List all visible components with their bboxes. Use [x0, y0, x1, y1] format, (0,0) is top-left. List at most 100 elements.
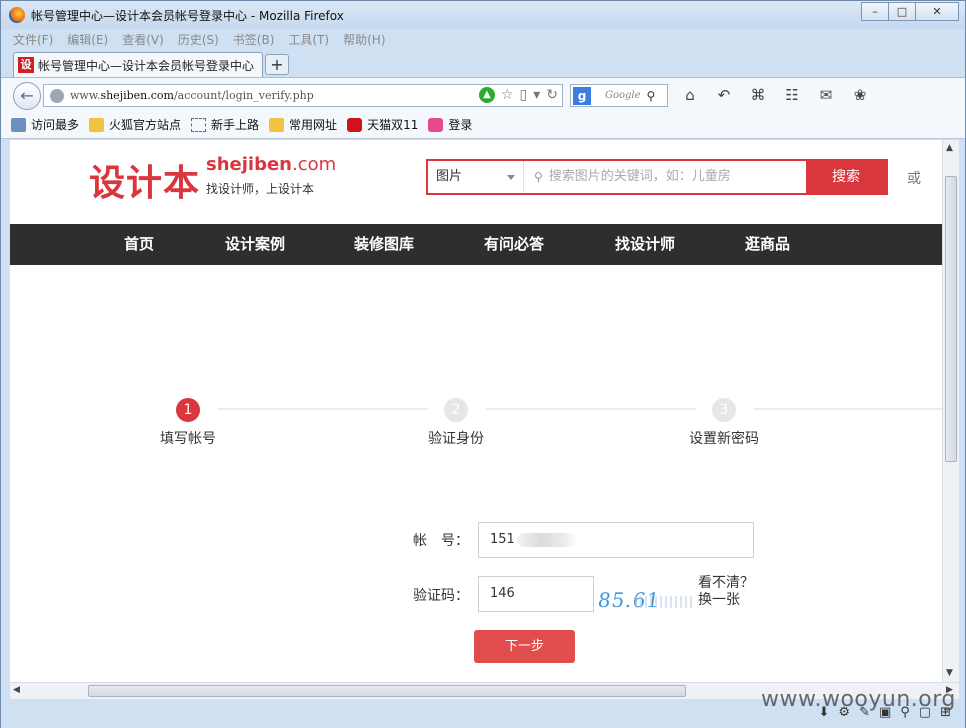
step-1-indicator: 1 [176, 398, 200, 422]
bookmark-common-sites[interactable]: 常用网址 [269, 116, 337, 133]
step-3-indicator: 3 [712, 398, 736, 422]
bookmarks-bar: 访问最多 火狐官方站点 新手上路 常用网址 天猫双11 登录 [1, 111, 965, 139]
step-1-label: 填写帐号 [160, 431, 216, 447]
title-bar: 帐号管理中心—设计本会员帐号登录中心 - Mozilla Firefox – □… [1, 1, 965, 29]
window-controls: – □ ✕ [861, 2, 959, 21]
browser-window: 帐号管理中心—设计本会员帐号登录中心 - Mozilla Firefox – □… [0, 0, 966, 728]
menu-tools[interactable]: 工具(T) [288, 29, 329, 51]
bug-icon[interactable]: ❀ [851, 86, 869, 104]
logo-en-suffix: .com [291, 154, 337, 175]
menu-bar: 文件(F) 编辑(E) 查看(V) 历史(S) 书签(B) 工具(T) 帮助(H… [1, 29, 965, 51]
account-input[interactable]: 151 [478, 522, 754, 558]
search-icon[interactable]: ⚲ [647, 89, 656, 103]
horizontal-scroll-thumb[interactable] [88, 685, 686, 697]
site-search-input[interactable]: ⚲ 搜索图片的关键词，如：儿童房 [524, 161, 806, 193]
scroll-up-icon[interactable]: ▲ [946, 143, 953, 153]
captcha-input[interactable]: 146 [478, 576, 594, 612]
home-icon[interactable]: ⌂ [681, 86, 699, 104]
nav-item-cases[interactable]: 设计案例 [225, 224, 285, 265]
chat-icon[interactable]: ✉ [817, 86, 835, 104]
close-button[interactable]: ✕ [915, 2, 959, 21]
bookmark-label: 天猫双11 [367, 118, 419, 132]
bookmark-label: 访问最多 [31, 118, 80, 132]
site-search-button[interactable]: 搜索 [806, 161, 886, 193]
undo-icon[interactable]: ↶ [715, 86, 733, 104]
back-button[interactable]: ← [13, 82, 41, 110]
step-connector [486, 408, 696, 410]
site-header: 设计本 shejiben.com 找设计师，上设计本 图片 ⚲ 搜索图片的关键词，… [10, 140, 942, 224]
progress-steps: 1 2 3 填写帐号 验证身份 设置新密码 [10, 398, 942, 458]
reload-icon[interactable]: ↻ [546, 87, 558, 103]
bookmark-label: 登录 [448, 118, 473, 132]
dropdown-icon[interactable]: ▾ [533, 87, 540, 103]
bookmark-login[interactable]: 登录 [428, 116, 472, 133]
globe-icon [50, 88, 64, 103]
tab-active[interactable]: 设 帐号管理中心—设计本会员帐号登录中心 [13, 52, 263, 77]
url-bar[interactable]: www.shejiben.com/account/login_verify.ph… [43, 84, 563, 107]
vertical-scrollbar[interactable]: ▲ ▼ [942, 140, 959, 682]
page-viewport: 设计本 shejiben.com 找设计师，上设计本 图片 ⚲ 搜索图片的关键词，… [10, 140, 942, 682]
menu-edit[interactable]: 编辑(E) [67, 29, 108, 51]
firefox-icon [9, 7, 25, 23]
menu-history[interactable]: 历史(S) [178, 29, 219, 51]
captcha-refresh-link[interactable]: 看不清？ 换一张 [698, 575, 754, 609]
go-icon[interactable]: ▲ [478, 87, 495, 103]
scroll-left-icon[interactable]: ◀ [13, 685, 20, 695]
search-engine-name: Google [605, 90, 641, 101]
search-category-select[interactable]: 图片 [428, 161, 524, 193]
refresh-line-1: 看不清？ [698, 575, 754, 591]
nav-item-home[interactable]: 首页 [124, 224, 154, 265]
browser-search-box[interactable]: g Google ⚲ [570, 84, 668, 107]
main-nav: 首页 设计案例 装修图库 有问必答 找设计师 逛商品 [10, 224, 942, 265]
nav-item-qa[interactable]: 有问必答 [484, 224, 544, 265]
bookmark-most-visited[interactable]: 访问最多 [11, 116, 79, 133]
step-2-indicator: 2 [444, 398, 468, 422]
nav-item-products[interactable]: 逛商品 [745, 224, 790, 265]
verify-form: 帐 号： 151 验证码： 146 85.61 看不清？ 换一张 下一步 [10, 520, 942, 682]
tmall-icon [347, 117, 363, 132]
refresh-line-2: 换一张 [698, 592, 740, 608]
url-prefix: www. [70, 89, 101, 102]
bookmark-icon [11, 117, 26, 132]
menu-view[interactable]: 查看(V) [122, 29, 164, 51]
step-connector [218, 408, 428, 410]
site-logo[interactable]: 设计本 [89, 154, 200, 206]
bookmark-getting-started[interactable]: 新手上路 [191, 116, 259, 133]
nav-item-gallery[interactable]: 装修图库 [354, 224, 414, 265]
account-value: 151 [490, 532, 515, 547]
next-step-button[interactable]: 下一步 [474, 630, 575, 663]
maximize-button[interactable]: □ [888, 2, 916, 21]
site-favicon: 设 [18, 57, 34, 73]
nav-item-designers[interactable]: 找设计师 [615, 224, 675, 265]
bookmark-tmall[interactable]: 天猫双11 [347, 116, 418, 133]
google-icon[interactable]: g [573, 86, 591, 105]
minimize-button[interactable]: – [861, 2, 889, 21]
vertical-scroll-thumb[interactable] [945, 176, 957, 462]
scroll-down-icon[interactable]: ▼ [946, 668, 953, 678]
account-label: 帐 号： [413, 533, 469, 549]
menu-bookmarks[interactable]: 书签(B) [233, 29, 275, 51]
search-icon: ⚲ [534, 170, 543, 184]
url-path: /account/login_verify.php [173, 89, 314, 102]
navigation-toolbar: ← www.shejiben.com/account/login_verify.… [1, 77, 965, 111]
or-text: 或 [907, 171, 921, 187]
new-tab-button[interactable]: + [265, 54, 289, 75]
window-title: 帐号管理中心—设计本会员帐号登录中心 - Mozilla Firefox [31, 9, 344, 23]
translate-icon[interactable]: ☷ [783, 86, 801, 104]
menu-help[interactable]: 帮助(H) [343, 29, 385, 51]
search-placeholder: 搜索图片的关键词，如：儿童房 [548, 169, 731, 184]
star-icon[interactable]: ☆ [501, 87, 514, 103]
bookmark-label: 火狐官方站点 [109, 118, 182, 132]
site-logo-en[interactable]: shejiben.com [206, 154, 336, 175]
crop-icon[interactable]: ⌘ [749, 86, 767, 104]
toolbar-icons: ⌂ ↶ ⌘ ☷ ✉ ❀ [681, 86, 869, 104]
login-icon [428, 117, 444, 132]
site-search-bar: 图片 ⚲ 搜索图片的关键词，如：儿童房 搜索 [426, 159, 888, 195]
folder-icon [269, 117, 285, 132]
folder-icon [89, 117, 105, 132]
captcha-image[interactable]: 85.61 [595, 580, 695, 616]
bookmark-firefox-site[interactable]: 火狐官方站点 [89, 116, 181, 133]
step-connector [754, 408, 942, 410]
mobile-icon[interactable]: ▯ [520, 87, 528, 103]
menu-file[interactable]: 文件(F) [13, 29, 53, 51]
